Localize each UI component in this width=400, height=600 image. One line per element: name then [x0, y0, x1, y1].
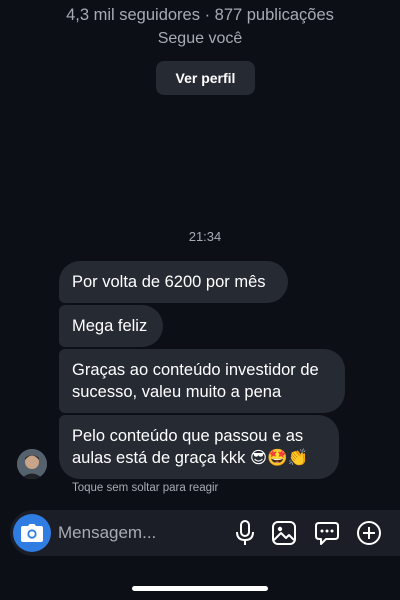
- sticker-button[interactable]: [312, 518, 342, 548]
- message-composer: [10, 510, 400, 556]
- view-profile-button[interactable]: Ver perfil: [156, 61, 255, 95]
- profile-stats: 4,3 mil seguidores · 877 publicações: [66, 6, 334, 24]
- message-input[interactable]: [58, 520, 218, 546]
- follow-status: Segue você: [157, 30, 243, 47]
- camera-button[interactable]: [13, 514, 51, 552]
- microphone-icon: [236, 520, 254, 545]
- message-text: Mega feliz: [72, 317, 148, 335]
- avatar-image: [17, 449, 47, 479]
- message-text: Pelo conteúdo que passou e as aulas está…: [72, 427, 309, 467]
- camera-icon: [21, 524, 43, 542]
- message-bubble[interactable]: Mega feliz: [59, 305, 163, 347]
- gallery-button[interactable]: [269, 518, 299, 548]
- home-indicator[interactable]: [132, 586, 268, 591]
- sender-avatar[interactable]: [17, 449, 47, 479]
- voice-message-button[interactable]: [230, 518, 260, 548]
- message-bubble[interactable]: Graças ao conteúdo investidor de sucesso…: [59, 349, 345, 413]
- gallery-icon: [272, 521, 296, 545]
- reaction-hint: Toque sem soltar para reagir: [72, 482, 219, 494]
- message-bubble[interactable]: Pelo conteúdo que passou e as aulas está…: [59, 415, 339, 479]
- message-text: Por volta de 6200 por mês: [72, 273, 266, 291]
- message-text: Graças ao conteúdo investidor de sucesso…: [72, 361, 319, 401]
- plus-icon: [357, 521, 381, 545]
- message-timestamp: 21:34: [188, 229, 222, 244]
- sticker-icon: [315, 522, 339, 545]
- message-bubble[interactable]: Por volta de 6200 por mês: [59, 261, 288, 303]
- more-options-button[interactable]: [354, 518, 384, 548]
